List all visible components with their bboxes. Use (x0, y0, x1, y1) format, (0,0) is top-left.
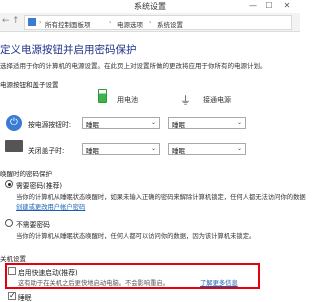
chevron-right-icon: › (109, 19, 112, 26)
no-password-label[interactable]: 不需要密码 (16, 219, 50, 229)
breadcrumb[interactable]: › 所有控制面板项 › 电源选项 › 系统设置 (24, 15, 292, 30)
power-button-battery-select[interactable]: 睡眠 ⌄ (82, 117, 160, 129)
no-password-description: 当你的计算机从睡眠状态唤醒时，任何人都可以访问你的数据，因为该计算机未锁定。 (16, 233, 256, 240)
title-bar: 系统设置 — ☐ ✕ (0, 0, 300, 13)
address-bar: ← ↑ › 所有控制面板项 › 电源选项 › 系统设置 (0, 13, 300, 32)
back-arrow-icon[interactable]: ← (2, 16, 12, 28)
require-password-radio[interactable] (5, 180, 13, 188)
chevron-down-icon: ⌄ (236, 145, 242, 152)
breadcrumb-item-all-items[interactable]: 所有控制面板项 (45, 19, 91, 29)
select-value: 睡眠 (172, 147, 185, 155)
chevron-right-icon: › (149, 19, 152, 26)
require-password-description: 当你的计算机从睡眠状态唤醒时，如果未输入正确的密码来解除计算机锁定，任何人都无法… (16, 194, 306, 201)
page-title: 定义电源按钮并启用密码保护 (0, 44, 137, 56)
plugged-column-label: 接通电源 (203, 96, 231, 104)
chevron-down-icon: ⌄ (236, 119, 242, 126)
learn-more-link[interactable]: 了解更多信息 (200, 278, 238, 287)
fast-startup-label[interactable]: 启用快速启动(推荐) (18, 267, 78, 277)
power-button-label: 按电源按钮时: (28, 121, 72, 129)
minimize-button[interactable]: — (246, 1, 260, 11)
select-value: 睡眠 (86, 121, 99, 129)
plug-icon: ⏚ (180, 94, 191, 107)
chevron-right-icon: › (39, 19, 42, 26)
close-button[interactable]: ✕ (280, 1, 294, 11)
select-value: 睡眠 (172, 121, 185, 129)
power-button-icon: ⏻ (6, 115, 22, 131)
change-password-link[interactable]: 创建或更改用户帐户密码 (16, 202, 85, 211)
select-value: 睡眠 (86, 147, 99, 155)
laptop-lid-icon (5, 140, 23, 152)
lid-close-plugged-select[interactable]: 睡眠 ⌄ (168, 143, 246, 155)
section-title-shutdown: 关机设置 (0, 255, 26, 263)
require-password-label[interactable]: 需要密码(推荐) (16, 180, 62, 190)
maximize-button[interactable]: ☐ (262, 1, 276, 11)
lid-close-battery-select[interactable]: 睡眠 ⌄ (82, 143, 160, 155)
fast-startup-checkbox[interactable] (8, 267, 16, 275)
sleep-checkbox[interactable] (8, 291, 16, 300)
section-title-wake-password: 唤醒时的密码保护 (0, 170, 52, 178)
power-button-plugged-select[interactable]: 睡眠 ⌄ (168, 117, 246, 129)
chevron-down-icon: ⌄ (150, 145, 156, 152)
breadcrumb-item-power-options[interactable]: 电源选项 (117, 19, 143, 29)
fast-startup-description: 这有助于在关机之后更快地启动电脑。不会影响重启。 (18, 280, 170, 287)
lid-close-label: 关闭盖子时: (28, 147, 65, 155)
no-password-radio[interactable] (5, 219, 13, 227)
breadcrumb-item-system-settings[interactable]: 系统设置 (157, 19, 183, 29)
battery-icon (98, 89, 107, 103)
chevron-down-icon: ⌄ (150, 119, 156, 126)
up-arrow-icon[interactable]: ↑ (12, 16, 22, 28)
control-panel-icon (28, 18, 36, 26)
battery-column-label: 用电池 (117, 96, 138, 104)
page-description: 选择适用于你的计算机的电源设置。在此页上对设置所做的更改将应用于你所有的电源计划… (0, 62, 267, 70)
section-title-power-buttons: 电源按钮和盖子设置 (0, 81, 59, 89)
sleep-label[interactable]: 睡眠 (18, 292, 32, 302)
